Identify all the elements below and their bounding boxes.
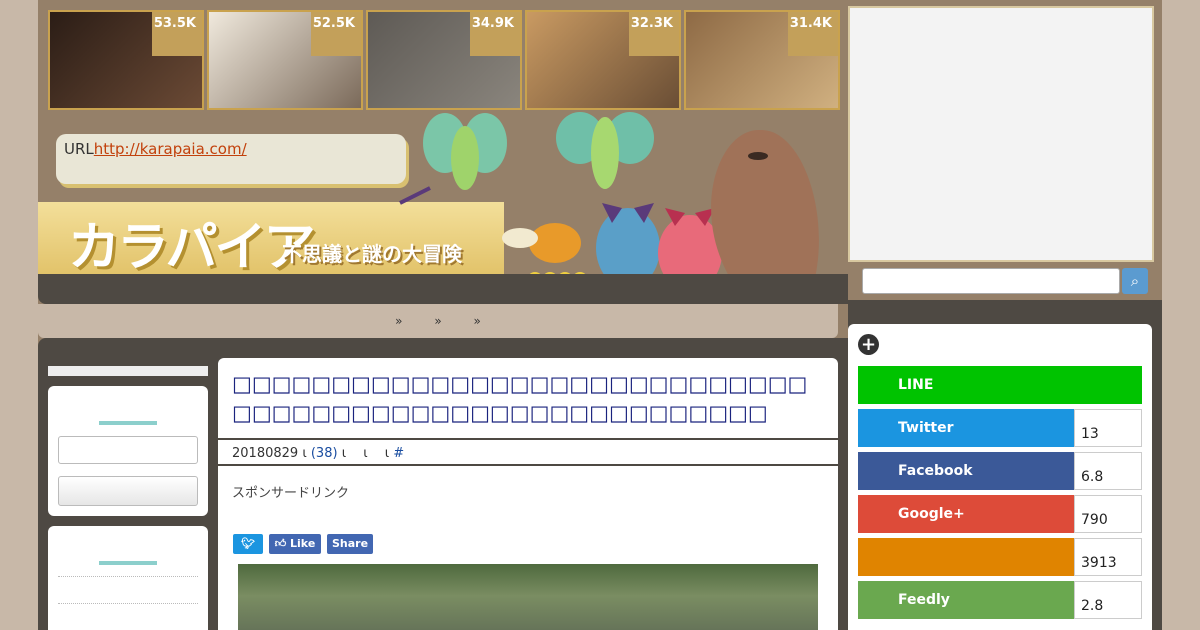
- brown-blob-character: [711, 129, 819, 278]
- article-photo: [238, 564, 818, 630]
- view-count-badge: 31.4K: [788, 12, 838, 56]
- share-line-label: LINE: [858, 366, 1142, 404]
- meta-tail: ι ι ι: [341, 446, 390, 461]
- url-box: URLhttp://karapaia.com/: [56, 134, 406, 184]
- ranking-thumb-1[interactable]: 53.5K: [48, 10, 204, 110]
- ranking-thumb-3[interactable]: 34.9K: [366, 10, 522, 110]
- share-googleplus-label: Google+: [858, 495, 1074, 533]
- divider: [58, 603, 198, 604]
- share-facebook-label: Facebook: [858, 452, 1074, 490]
- article-meta: 20180829 ι (38) ι ι ι #: [218, 438, 838, 466]
- site-url-link[interactable]: http://karapaia.com/: [94, 140, 247, 158]
- left-panel-links: [48, 526, 208, 630]
- left-panel-input[interactable]: [58, 436, 198, 464]
- share-hatena-label: [858, 538, 1074, 576]
- article-card: □□□□□□□□□□□□□□□□□□□□□□□□□□□□□□□□□□□□□□□□…: [218, 358, 838, 630]
- search-icon: ⌕: [1130, 272, 1140, 290]
- ranking-thumb-5[interactable]: 31.4K: [684, 10, 840, 110]
- view-count-badge: 52.5K: [311, 12, 361, 56]
- search-button[interactable]: ⌕: [1122, 268, 1148, 294]
- facebook-share-button[interactable]: Share: [327, 534, 373, 554]
- moth-character: [399, 113, 507, 205]
- ranking-thumb-4[interactable]: 32.3K: [525, 10, 681, 110]
- comment-count[interactable]: (38): [311, 446, 338, 461]
- share-googleplus-count: 790: [1074, 495, 1142, 533]
- share-twitter-label: Twitter: [858, 409, 1074, 447]
- ranking-thumb-2[interactable]: 52.5K: [207, 10, 363, 110]
- butterfly-character: [556, 112, 654, 189]
- share-facebook-count: 6.8: [1074, 452, 1142, 490]
- twitter-bird-icon: 🐦︎: [241, 537, 255, 550]
- share-feedly-label: Feedly: [858, 581, 1074, 619]
- breadcrumb-item[interactable]: »: [434, 314, 441, 328]
- panel-heading-underline: [99, 421, 157, 425]
- meta-separator: ι: [302, 446, 307, 461]
- panel-heading-underline: [99, 561, 157, 565]
- facebook-like-button[interactable]: 👍︎ Like: [269, 534, 321, 554]
- divider: [58, 576, 198, 577]
- breadcrumb-item[interactable]: »: [474, 314, 481, 328]
- plus-icon[interactable]: +: [858, 334, 879, 355]
- view-count-badge: 32.3K: [629, 12, 679, 56]
- advertisement-box[interactable]: [848, 6, 1154, 262]
- like-label: Like: [290, 537, 316, 550]
- left-panel-button[interactable]: [58, 476, 198, 506]
- article-title[interactable]: □□□□□□□□□□□□□□□□□□□□□□□□□□□□□□□□□□□□□□□□…: [232, 370, 822, 428]
- mascot-illustration: [399, 112, 819, 291]
- breadcrumb-item[interactable]: »: [395, 314, 402, 328]
- hash-link[interactable]: #: [393, 446, 404, 461]
- article-date: 20180829: [232, 446, 299, 461]
- thumbs-up-icon: 👍︎: [274, 537, 287, 550]
- share-twitter-count: 13: [1074, 409, 1142, 447]
- share-hatena-count: 3913: [1074, 538, 1142, 576]
- search-input[interactable]: [862, 268, 1120, 294]
- view-count-badge: 53.5K: [152, 12, 202, 56]
- left-panel-search: [48, 386, 208, 516]
- header-shadow-strip: [38, 274, 848, 304]
- site-logo[interactable]: カラパイア: [68, 205, 315, 280]
- share-feedly-count: 2.8: [1074, 581, 1142, 619]
- url-label: URL: [64, 140, 94, 158]
- bee-character: [502, 223, 581, 263]
- sponsored-link-label: スポンサードリンク: [232, 486, 350, 501]
- view-count-badge: 34.9K: [470, 12, 520, 56]
- breadcrumb-nav: » » »: [38, 304, 838, 338]
- tweet-button[interactable]: 🐦︎: [233, 534, 263, 554]
- left-sidebar-header: [48, 366, 208, 376]
